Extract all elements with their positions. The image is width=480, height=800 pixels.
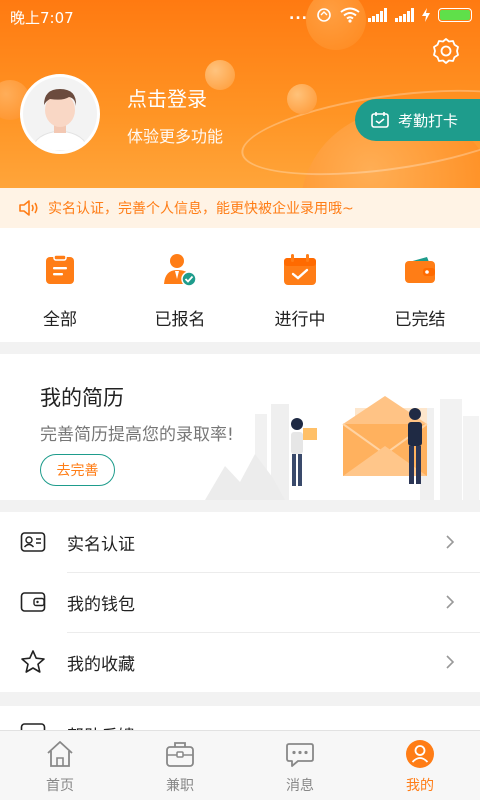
menu-label: 我的钱包	[67, 594, 135, 615]
status-time: 晚上7:07	[10, 9, 74, 27]
avatar[interactable]	[20, 74, 100, 154]
profile-header: 晚上7:07 ... 点击登录 体验更多功能 考勤打卡	[0, 0, 480, 188]
order-tab-finished[interactable]: 已完结	[360, 228, 480, 342]
order-tab-label: 已报名	[154, 310, 206, 330]
wifi-icon	[340, 7, 360, 23]
battery-icon	[438, 8, 472, 22]
menu-label: 实名认证	[67, 534, 135, 555]
order-tab-label: 进行中	[274, 310, 326, 330]
signal-icon	[368, 8, 387, 22]
chevron-right-icon	[446, 655, 455, 669]
checkin-button[interactable]: 考勤打卡	[355, 99, 480, 141]
resume-card[interactable]: 我的简历 完善简历提高您的录取率! 去完善	[0, 354, 480, 500]
menu-item-wallet[interactable]: 我的钱包	[0, 572, 480, 632]
order-tab-all[interactable]: 全部	[0, 228, 120, 342]
profile-icon	[406, 740, 434, 768]
nav-label: 我的	[406, 778, 434, 794]
chevron-right-icon	[446, 535, 455, 549]
nav-messages[interactable]: 消息	[240, 731, 360, 800]
signal-icon	[395, 8, 414, 22]
complete-resume-button[interactable]: 去完善	[40, 454, 115, 486]
order-status-row: 全部 已报名 进行中 已完结	[0, 228, 480, 342]
message-icon	[286, 743, 314, 767]
checkin-label: 考勤打卡	[398, 111, 459, 130]
menu-item-favorites[interactable]: 我的收藏	[0, 632, 480, 692]
nav-label: 首页	[46, 778, 74, 794]
charging-icon	[422, 8, 430, 22]
calendar-check-icon	[284, 254, 316, 285]
menu-item-verify[interactable]: 实名认证	[0, 512, 480, 572]
user-check-icon	[164, 254, 197, 287]
order-tab-in-progress[interactable]: 进行中	[240, 228, 360, 342]
notification-dots-icon: ...	[289, 7, 308, 23]
speaker-icon	[19, 200, 38, 216]
wallet-outline-icon	[20, 592, 46, 612]
menu-list: 实名认证 我的钱包 我的收藏	[0, 512, 480, 692]
menu-label: 我的收藏	[67, 654, 135, 675]
clipboard-icon	[46, 254, 74, 284]
order-tab-label: 全部	[43, 310, 77, 330]
notice-text: 实名认证，完善个人信息，能更快被企业录用哦~	[48, 201, 354, 217]
decor-planet	[287, 84, 317, 114]
default-avatar-icon	[23, 77, 97, 151]
decor-planet	[205, 60, 235, 90]
home-icon	[47, 741, 73, 767]
resume-title: 我的简历	[40, 386, 124, 410]
nav-label: 消息	[286, 778, 314, 794]
login-subtitle: 体验更多功能	[127, 127, 224, 146]
notice-bar[interactable]: 实名认证，完善个人信息，能更快被企业录用哦~	[0, 188, 480, 228]
wallet-icon	[405, 257, 435, 283]
status-bar: 晚上7:07 ...	[0, 0, 480, 32]
nav-parttime[interactable]: 兼职	[120, 731, 240, 800]
star-icon	[21, 650, 45, 673]
sync-icon	[317, 8, 331, 22]
order-tab-label: 已完结	[394, 310, 446, 330]
gear-icon	[433, 38, 459, 64]
nav-label: 兼职	[166, 778, 194, 794]
briefcase-icon	[166, 742, 194, 767]
settings-button[interactable]	[431, 36, 461, 66]
battery-level	[440, 10, 470, 20]
nav-home[interactable]: 首页	[0, 731, 120, 800]
resume-illustration	[205, 396, 479, 500]
nav-mine[interactable]: 我的	[360, 731, 480, 800]
bottom-nav: 首页 兼职 消息 我的	[0, 730, 480, 800]
order-tab-registered[interactable]: 已报名	[120, 228, 240, 342]
chevron-right-icon	[446, 595, 455, 609]
id-card-icon	[20, 532, 46, 552]
calendar-clock-icon	[371, 112, 389, 128]
login-title[interactable]: 点击登录	[127, 83, 207, 112]
